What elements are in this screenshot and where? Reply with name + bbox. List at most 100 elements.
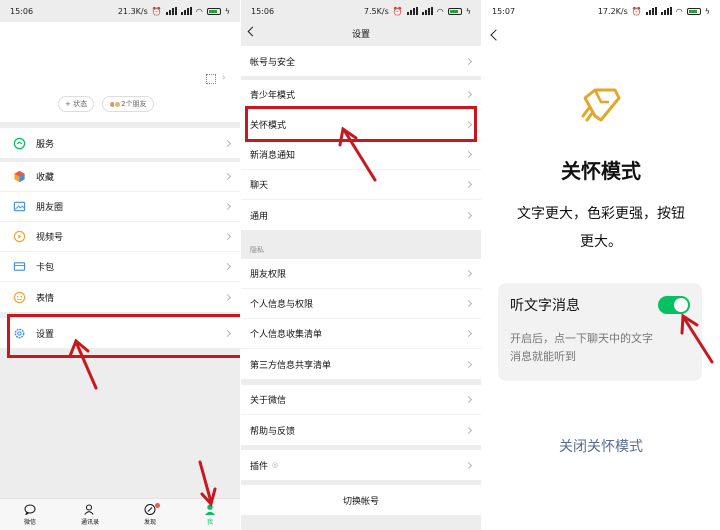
me-screen: 15:06 21.3K/s ⏰ ◠ ϟ › + 状态 2个朋友 服务 收藏 朋友… (0, 0, 240, 530)
account-group: 帐号与安全 (241, 46, 481, 76)
favorites-icon (12, 170, 26, 184)
settings-item-help[interactable]: 帮助与反馈 (241, 415, 481, 445)
friends-count: 2个朋友 (121, 100, 147, 108)
general-group: 青少年模式 关怀模式 新消息通知 聊天 通用 (241, 80, 481, 230)
tab-discover[interactable]: 发现 (120, 499, 180, 530)
care-mode-screen: 15:07 17.2K/s ⏰ ◠ ϟ 关怀模式 文字更大，色彩更强，按钮 更大… (482, 0, 720, 530)
chat-icon (24, 504, 36, 515)
chevron-right-icon (464, 329, 473, 338)
battery-icon (447, 7, 462, 15)
menu-item-label: 表情 (36, 293, 55, 304)
settings-item-account-security[interactable]: 帐号与安全 (241, 46, 481, 76)
menu-item-channels[interactable]: 视频号 (0, 222, 240, 252)
switch-account-button[interactable]: 切换帐号 (241, 485, 481, 515)
menu-item-cards[interactable]: 卡包 (0, 252, 240, 282)
add-status-button[interactable]: + 状态 (58, 96, 95, 112)
chevron-right-icon (464, 360, 473, 368)
chevron-right-icon (464, 269, 473, 278)
chevron-right-icon (464, 395, 473, 404)
friend-avatars (109, 100, 122, 108)
tab-contacts[interactable]: 通讯录 (60, 499, 120, 530)
network-speed: 21.3K/s (117, 6, 148, 16)
settings-item-plugins[interactable]: 插件 ◎ (241, 450, 481, 480)
option-description-line-2: 消息就能听到 (510, 350, 576, 363)
privacy-group: 朋友权限 个人信息与权限 个人信息收集清单 第三方信息共享清单 (241, 259, 481, 379)
back-arrow-icon[interactable] (247, 26, 258, 37)
settings-item-label: 关怀模式 (250, 121, 287, 131)
close-care-mode-button[interactable]: 关闭关怀模式 (482, 436, 720, 456)
settings-item-label: 关于微信 (250, 396, 287, 406)
settings-screen: 15:06 7.5K/s ⏰ ◠ ϟ 设置 帐号与安全 青少年模式 关怀模式 新… (241, 0, 481, 530)
signal-icon-2 (180, 7, 192, 15)
chevron-right-icon (464, 180, 473, 189)
status-time: 15:06 (10, 6, 34, 16)
notification-dot (154, 503, 160, 508)
chevron-right-icon (223, 202, 232, 211)
charging-icon: ϟ (224, 6, 230, 16)
qr-code-icon[interactable] (206, 74, 216, 84)
chevron-right-icon (223, 232, 232, 241)
chevron-right-icon (464, 299, 473, 308)
description-line-2: 更大。 (580, 234, 622, 250)
chevron-right-icon (464, 57, 473, 65)
settings-item-label: 帮助与反馈 (250, 426, 296, 437)
wifi-icon: ◠ (675, 6, 683, 16)
menu-item-favorites[interactable]: 收藏 (0, 162, 240, 192)
chevron-right-icon (223, 293, 232, 301)
contacts-icon (84, 504, 94, 515)
signal-icon (645, 7, 657, 15)
settings-item-chat[interactable]: 聊天 (241, 170, 481, 200)
battery-icon (686, 7, 701, 15)
tab-me[interactable]: 我 (180, 499, 240, 530)
menu-item-settings[interactable]: 设置 (0, 318, 240, 348)
option-description-line-1: 开启后，点一下聊天中的文字 (510, 332, 653, 345)
tab-label: 我 (206, 518, 213, 526)
tab-label: 微信 (23, 518, 36, 526)
settings-item-personal-info-permissions[interactable]: 个人信息与权限 (241, 289, 481, 319)
settings-item-label: 新消息通知 (250, 151, 296, 161)
settings-item-about[interactable]: 关于微信 (241, 385, 481, 415)
wifi-icon: ◠ (195, 6, 203, 16)
settings-item-friend-permissions[interactable]: 朋友权限 (241, 259, 481, 289)
signal-icon (406, 7, 418, 15)
settings-item-label: 青少年模式 (250, 91, 296, 101)
network-speed: 7.5K/s (363, 6, 389, 16)
battery-icon (206, 7, 221, 15)
settings-item-info-collection-list[interactable]: 个人信息收集清单 (241, 319, 481, 349)
menu-item-label: 收藏 (36, 173, 55, 183)
page-title: 关怀模式 (561, 159, 641, 183)
tab-label: 通讯录 (80, 518, 99, 526)
friends-status-pill[interactable]: 2个朋友 (102, 96, 154, 112)
menu-item-label: 朋友圈 (36, 203, 64, 213)
settings-item-third-party-sharing[interactable]: 第三方信息共享清单 (241, 349, 481, 379)
wifi-icon: ◠ (436, 6, 444, 16)
listen-text-option-card: 听文字消息 开启后，点一下聊天中的文字 消息就能听到 (498, 283, 702, 381)
chevron-right-icon (464, 150, 473, 159)
status-time: 15:06 (251, 6, 275, 16)
cards-icon (12, 260, 26, 274)
settings-item-label: 通用 (250, 211, 269, 222)
tab-chats[interactable]: 微信 (0, 499, 60, 530)
menu-item-stickers[interactable]: 表情 (0, 282, 240, 312)
care-mode-description: 文字更大，色彩更强，按钮 更大。 (500, 200, 702, 256)
network-speed: 17.2K/s (597, 6, 628, 16)
settings-item-general[interactable]: 通用 (241, 200, 481, 230)
plugin-indicator-icon: ◎ (272, 461, 279, 469)
tab-label: 发现 (143, 518, 156, 526)
settings-item-care-mode[interactable]: 关怀模式 (241, 110, 481, 140)
settings-item-notifications[interactable]: 新消息通知 (241, 140, 481, 170)
signal-icon-2 (660, 7, 672, 15)
option-description: 开启后，点一下聊天中的文字 消息就能听到 (510, 330, 690, 366)
gear-icon (12, 326, 26, 340)
chevron-right-icon (464, 426, 473, 434)
menu-item-service[interactable]: 服务 (0, 128, 240, 158)
settings-item-label: 朋友权限 (250, 270, 287, 280)
channels-icon (12, 230, 26, 244)
care-hand-heart-icon (579, 86, 623, 130)
listen-text-toggle[interactable] (658, 296, 690, 314)
menu-item-moments[interactable]: 朋友圈 (0, 192, 240, 222)
settings-item-teen-mode[interactable]: 青少年模式 (241, 80, 481, 110)
status-bar: 15:06 21.3K/s ⏰ ◠ ϟ (0, 0, 240, 22)
alarm-icon: ⏰ (631, 6, 642, 16)
menu-item-label: 卡包 (36, 263, 55, 273)
